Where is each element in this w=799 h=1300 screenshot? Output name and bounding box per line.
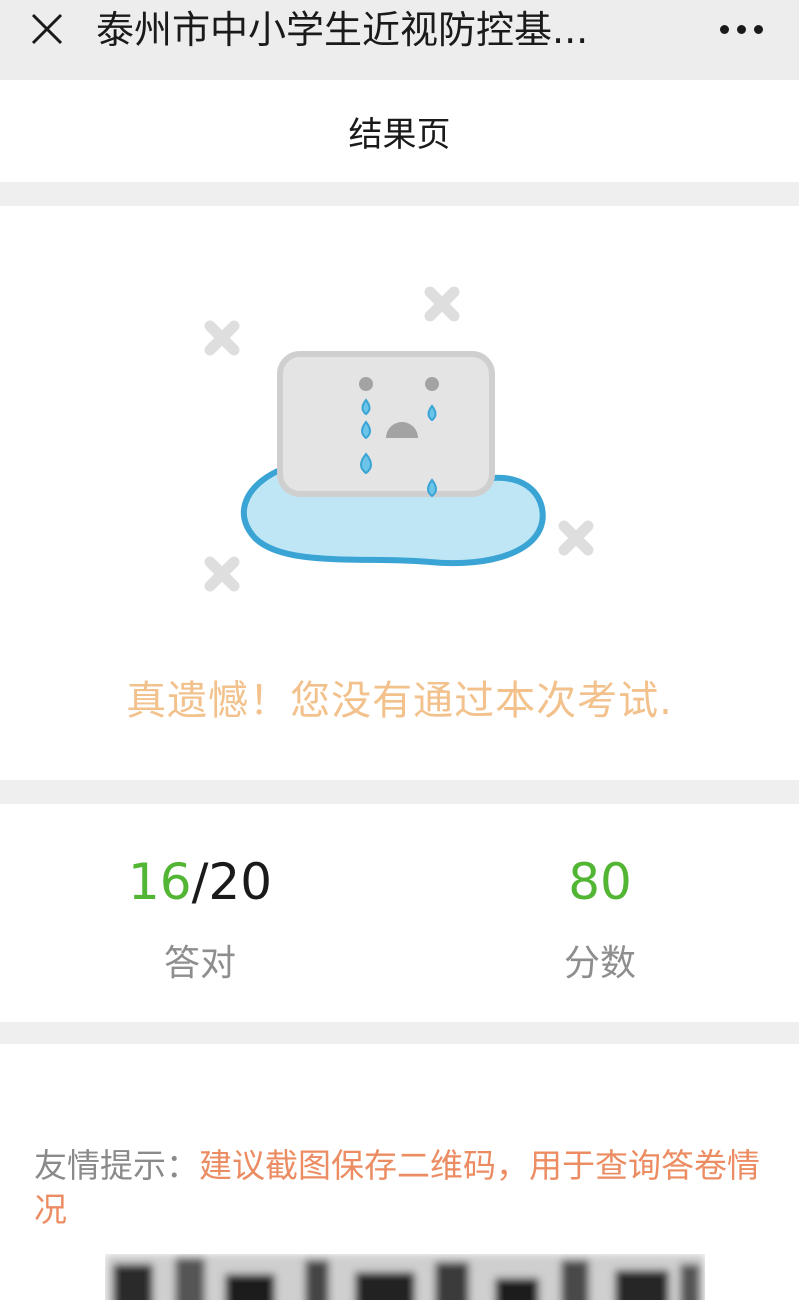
close-button[interactable] — [22, 4, 72, 54]
tip-card: 友情提示：建议截图保存二维码，用于查询答卷情况 — [0, 1044, 799, 1300]
more-button[interactable] — [706, 4, 776, 54]
score-stat: 80 分数 — [400, 852, 799, 986]
blurred-qr-code — [105, 1254, 705, 1300]
face-block — [277, 351, 495, 497]
stats-card: 16/20 答对 80 分数 — [0, 804, 799, 1022]
more-icon — [719, 24, 729, 34]
correct-label: 答对 — [163, 943, 236, 984]
page-header: 结果页 — [0, 80, 799, 182]
tip-label: 友情提示： — [34, 1146, 199, 1185]
correct-total: 20 — [208, 853, 273, 911]
score-value: 80 — [568, 853, 632, 911]
page-title: 结果页 — [348, 115, 451, 155]
correct-count-stat: 16/20 答对 — [0, 852, 400, 986]
result-card: 真遗憾！您没有通过本次考试. — [0, 206, 799, 780]
result-message: 真遗憾！您没有通过本次考试. — [126, 678, 673, 724]
score-label: 分数 — [563, 943, 636, 984]
tip-text: 友情提示：建议截图保存二维码，用于查询答卷情况 — [34, 1144, 774, 1232]
crying-face-icon — [204, 286, 594, 592]
title-bar: 泰州市中小学生近视防控基... — [0, 0, 799, 80]
correct-got: 16 — [127, 853, 192, 911]
correct-count-value: 16/20 — [0, 852, 400, 912]
window-title: 泰州市中小学生近视防控基... — [96, 8, 589, 52]
close-icon — [31, 13, 63, 45]
correct-separator: / — [191, 853, 209, 911]
